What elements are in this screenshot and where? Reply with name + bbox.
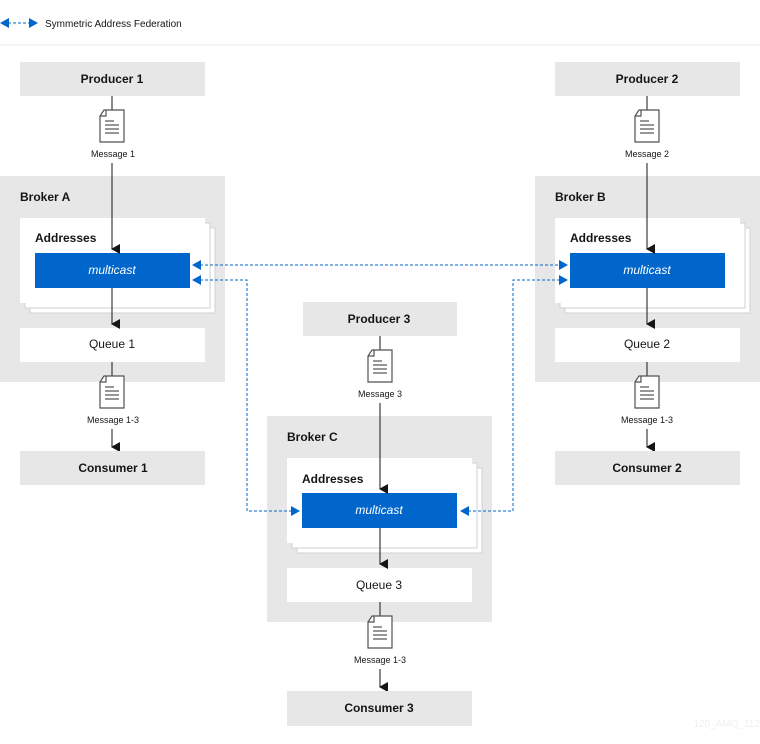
federation-link-a-b [192,260,568,270]
message-2-label: Message 2 [625,149,669,159]
queue-3-label: Queue 3 [356,578,402,592]
broker-b-title: Broker B [555,190,606,204]
document-icon [634,109,660,143]
producer-3-label: Producer 3 [348,312,411,326]
consumer-1-label: Consumer 1 [78,461,148,475]
message-1-label: Message 1 [91,149,135,159]
legend: Symmetric Address Federation [0,18,182,30]
document-icon [634,375,660,409]
broker-c-multicast-label: multicast [355,503,403,517]
document-icon [367,615,393,649]
document-icon [99,375,125,409]
consumer-2-label: Consumer 2 [612,461,682,475]
queue-1-label: Queue 1 [89,337,135,351]
broker-b-multicast-label: multicast [623,263,671,277]
message-1-3-label: Message 1-3 [87,415,139,425]
federation-diagram: Symmetric Address Federation Broker A Ad… [0,18,760,730]
queue-2-label: Queue 2 [624,337,670,351]
broker-c-addresses-label: Addresses [302,472,364,486]
document-icon [99,109,125,143]
broker-a-title: Broker A [20,190,71,204]
broker-c-title: Broker C [287,430,338,444]
broker-b-addresses-label: Addresses [570,231,632,245]
legend-label: Symmetric Address Federation [45,19,182,30]
message-1-3-label: Message 1-3 [621,415,673,425]
document-icon [367,349,393,383]
broker-a-multicast-label: multicast [88,263,136,277]
consumer-3-label: Consumer 3 [344,701,414,715]
broker-a-addresses-label: Addresses [35,231,97,245]
message-1-3-label: Message 1-3 [354,655,406,665]
watermark: 120_AMQ_112 [693,719,760,730]
producer-2-label: Producer 2 [616,72,679,86]
producer-1-label: Producer 1 [81,72,144,86]
bidirectional-dashed-arrow-icon [0,18,38,28]
message-3-label: Message 3 [358,389,402,399]
